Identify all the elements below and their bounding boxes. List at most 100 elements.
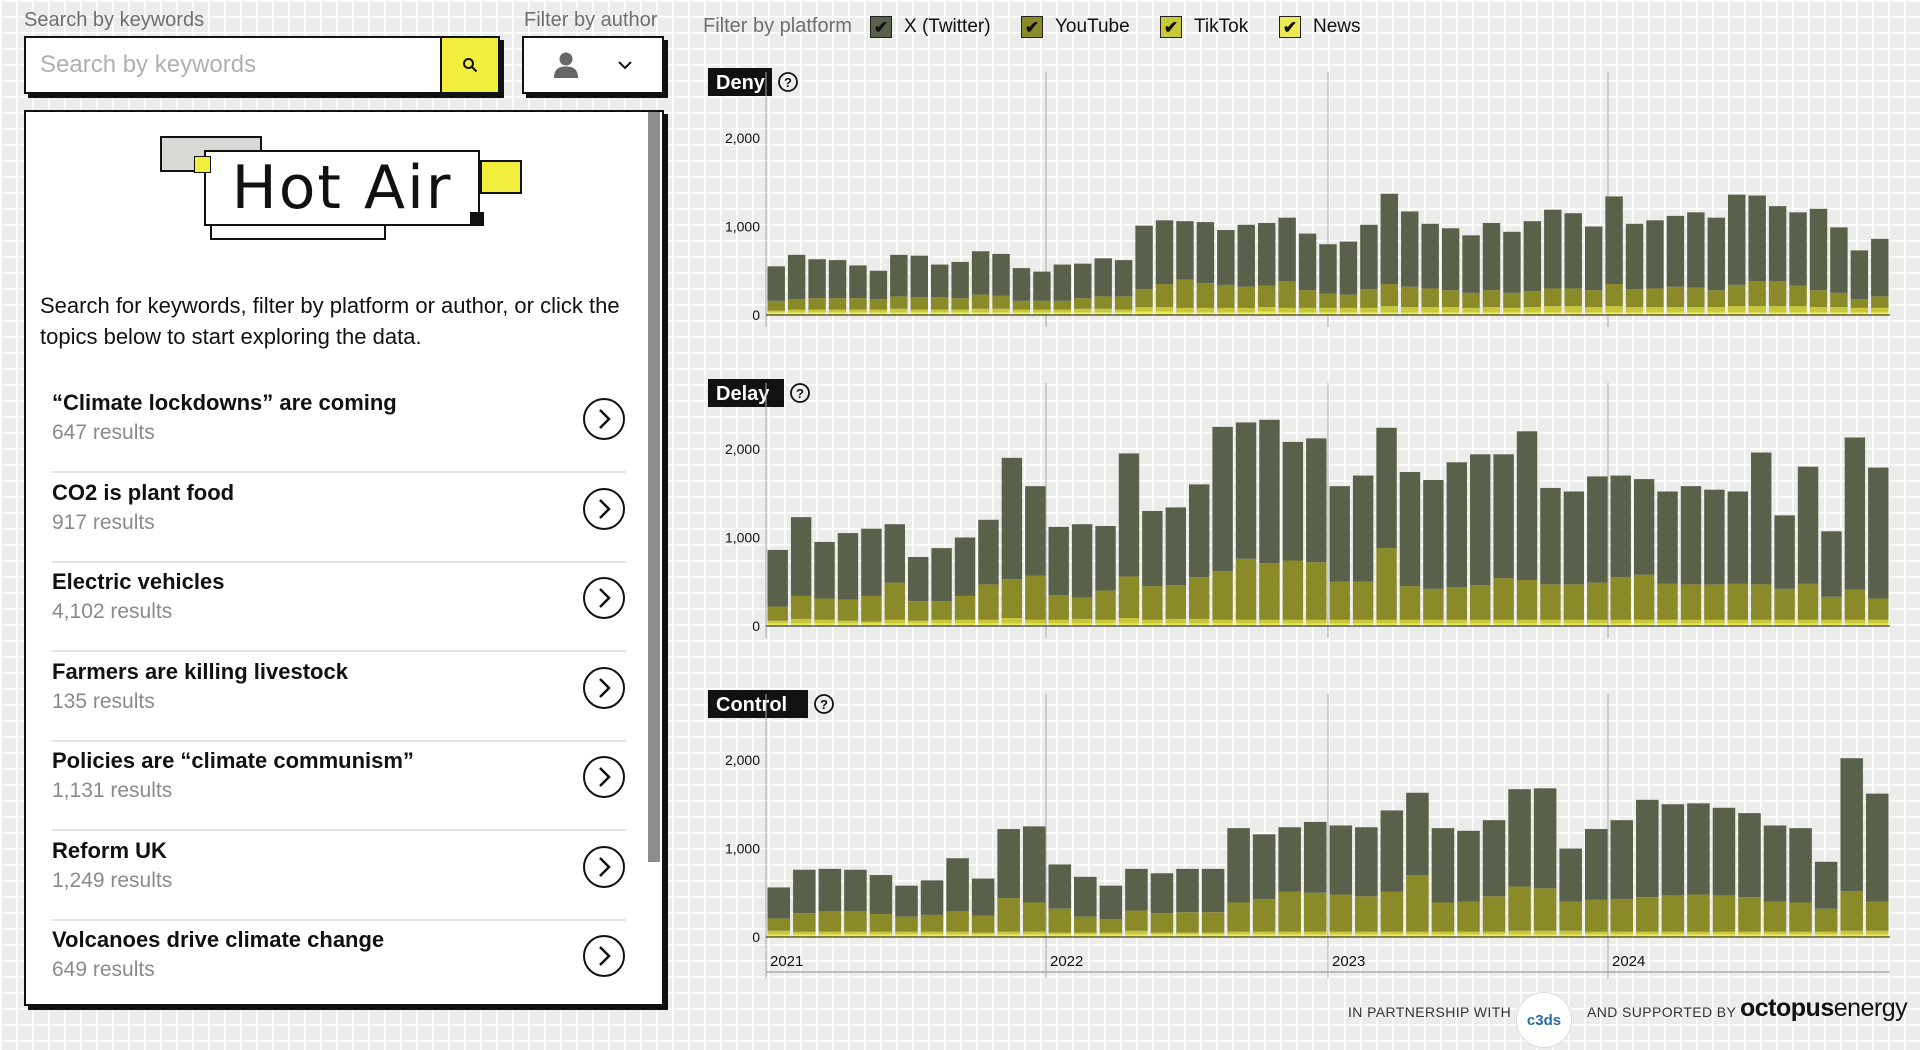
bar[interactable] bbox=[1610, 475, 1631, 626]
bar[interactable] bbox=[1680, 486, 1702, 626]
bar[interactable] bbox=[1610, 820, 1634, 937]
bar[interactable] bbox=[931, 548, 952, 626]
chevron-right-icon[interactable] bbox=[582, 934, 626, 978]
bar[interactable] bbox=[1278, 827, 1301, 937]
bar[interactable] bbox=[837, 533, 859, 626]
bar[interactable] bbox=[1789, 212, 1807, 315]
bar[interactable] bbox=[1401, 211, 1419, 315]
bar[interactable] bbox=[884, 524, 905, 626]
bar[interactable] bbox=[1355, 827, 1378, 937]
bar[interactable] bbox=[1508, 789, 1531, 937]
bar[interactable] bbox=[1814, 861, 1838, 937]
bar[interactable] bbox=[954, 537, 976, 627]
bar[interactable] bbox=[1625, 223, 1644, 315]
bar[interactable] bbox=[1850, 250, 1869, 315]
chevron-right-icon[interactable] bbox=[582, 755, 626, 799]
bar[interactable] bbox=[895, 885, 918, 937]
bar[interactable] bbox=[1633, 479, 1655, 626]
bar[interactable] bbox=[1646, 220, 1664, 315]
bar[interactable] bbox=[1278, 217, 1296, 315]
bar[interactable] bbox=[1516, 431, 1538, 626]
bar[interactable] bbox=[1339, 241, 1358, 315]
topic-item[interactable]: Reform UK 1,249 results bbox=[52, 830, 626, 921]
bar[interactable] bbox=[1763, 825, 1787, 937]
bar[interactable] bbox=[818, 868, 842, 937]
bar[interactable] bbox=[1380, 193, 1399, 315]
bar[interactable] bbox=[1584, 226, 1603, 316]
bar[interactable] bbox=[951, 261, 969, 315]
bar[interactable] bbox=[1687, 803, 1710, 937]
bar[interactable] bbox=[1523, 221, 1542, 315]
topic-item[interactable]: Farmers are killing livestock 135 results bbox=[52, 651, 626, 742]
bar[interactable] bbox=[1657, 491, 1678, 626]
bar[interactable] bbox=[1421, 223, 1439, 315]
bar[interactable] bbox=[1431, 828, 1455, 937]
bar[interactable] bbox=[1189, 484, 1210, 626]
bar[interactable] bbox=[1176, 221, 1194, 315]
checkbox-x-twitter[interactable]: ✔ bbox=[870, 16, 892, 38]
search-button[interactable] bbox=[440, 38, 498, 92]
bar[interactable] bbox=[930, 264, 949, 315]
bar[interactable] bbox=[814, 541, 835, 626]
bar[interactable] bbox=[1406, 792, 1429, 937]
bar[interactable] bbox=[1053, 264, 1072, 315]
bar[interactable] bbox=[1282, 441, 1304, 626]
chevron-right-icon[interactable] bbox=[582, 666, 626, 710]
bar[interactable] bbox=[849, 265, 867, 315]
bar[interactable] bbox=[844, 869, 867, 937]
bar[interactable] bbox=[1074, 876, 1097, 937]
bar[interactable] bbox=[1125, 868, 1148, 937]
filter-tiktok[interactable]: ✔ TikTok bbox=[1160, 14, 1248, 40]
bar[interactable] bbox=[1380, 810, 1404, 937]
author-filter-dropdown[interactable] bbox=[522, 36, 664, 94]
topic-item[interactable]: CO2 is plant food 917 results bbox=[52, 472, 626, 563]
bar[interactable] bbox=[1559, 848, 1582, 938]
bar[interactable] bbox=[1099, 885, 1123, 937]
bar[interactable] bbox=[890, 254, 908, 315]
bar[interactable] bbox=[1809, 208, 1828, 315]
bar[interactable] bbox=[992, 253, 1010, 315]
panel-scrollbar[interactable] bbox=[648, 112, 660, 862]
bar[interactable] bbox=[1048, 526, 1069, 626]
bar[interactable] bbox=[1114, 260, 1133, 315]
bar[interactable] bbox=[1587, 476, 1608, 626]
search-input[interactable] bbox=[26, 38, 444, 92]
bar[interactable] bbox=[1738, 813, 1761, 937]
bar[interactable] bbox=[1135, 225, 1153, 315]
bar[interactable] bbox=[1074, 263, 1092, 315]
bar[interactable] bbox=[1470, 454, 1491, 626]
bar[interactable] bbox=[1176, 868, 1199, 937]
bar[interactable] bbox=[1704, 489, 1725, 626]
bar[interactable] bbox=[1462, 235, 1480, 315]
bar[interactable] bbox=[997, 829, 1020, 937]
bar[interactable] bbox=[1441, 228, 1460, 315]
bar[interactable] bbox=[793, 869, 816, 937]
bar[interactable] bbox=[1457, 830, 1480, 937]
bar[interactable] bbox=[1661, 804, 1685, 937]
bar[interactable] bbox=[1774, 515, 1795, 626]
chevron-right-icon[interactable] bbox=[582, 845, 626, 889]
bar[interactable] bbox=[946, 858, 969, 937]
bar[interactable] bbox=[1423, 479, 1444, 626]
bar[interactable] bbox=[908, 556, 929, 626]
bar[interactable] bbox=[1540, 487, 1561, 626]
bar[interactable] bbox=[1306, 438, 1327, 626]
bar[interactable] bbox=[1217, 230, 1235, 315]
bar[interactable] bbox=[1868, 467, 1889, 626]
bar[interactable] bbox=[1237, 224, 1255, 315]
bar[interactable] bbox=[1584, 829, 1608, 937]
bar[interactable] bbox=[1751, 452, 1772, 626]
bar[interactable] bbox=[1865, 793, 1889, 937]
chevron-right-icon[interactable] bbox=[582, 397, 626, 441]
filter-news[interactable]: ✔ News bbox=[1279, 14, 1361, 40]
bar[interactable] bbox=[1687, 212, 1705, 315]
bar[interactable] bbox=[1033, 271, 1051, 315]
bar[interactable] bbox=[1298, 233, 1317, 315]
bar[interactable] bbox=[1482, 820, 1506, 937]
topic-item[interactable]: Policies are “climate communism” 1,131 re… bbox=[52, 740, 626, 831]
topic-item[interactable]: Volcanoes drive climate change 649 result… bbox=[52, 919, 626, 1004]
bar[interactable] bbox=[1227, 828, 1250, 937]
bar[interactable] bbox=[1728, 194, 1746, 315]
bar[interactable] bbox=[828, 260, 847, 315]
bar[interactable] bbox=[1155, 220, 1174, 315]
